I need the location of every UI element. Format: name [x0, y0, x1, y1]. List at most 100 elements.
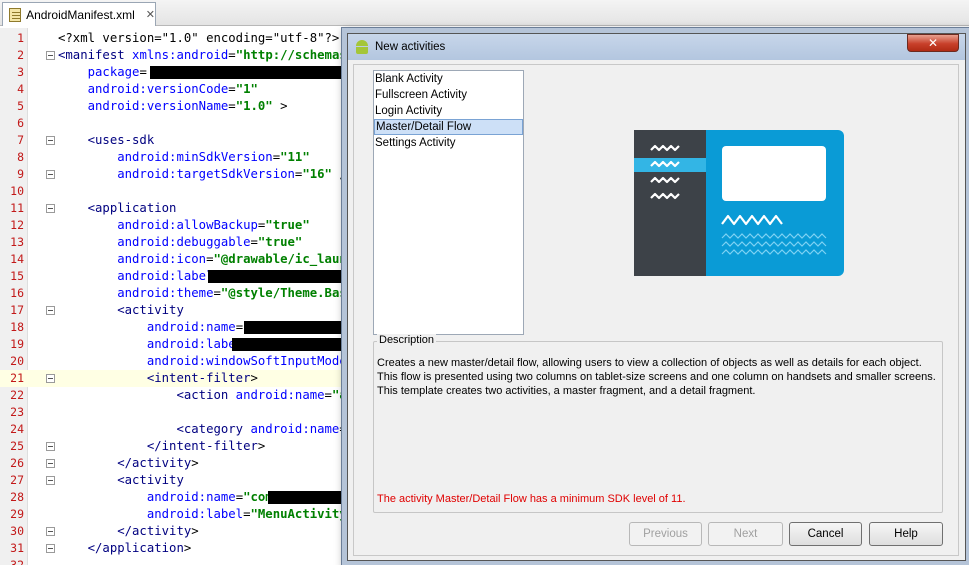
line-number: 10: [10, 184, 24, 198]
code-token: "MenuActivity": [250, 507, 355, 521]
code-text: android:debuggable="true": [58, 234, 302, 251]
code-text: android:targetSdkVersion="16" />: [58, 166, 354, 183]
line-number: 28: [10, 490, 24, 504]
code-token: <uses-sdk: [58, 133, 155, 147]
code-token: >: [191, 524, 199, 538]
code-token: android:allowBackup: [58, 218, 258, 232]
fold-toggle-icon[interactable]: [46, 544, 55, 553]
activity-list-item[interactable]: Fullscreen Activity: [374, 87, 523, 103]
code-text: android:allowBackup="true": [58, 217, 310, 234]
redacted-value: [208, 270, 353, 283]
code-token: =: [228, 99, 236, 113]
line-number: 31: [10, 541, 24, 555]
redacted-value: [268, 491, 350, 504]
code-token: </activity: [58, 456, 192, 470]
code-token: android:label: [58, 269, 214, 283]
fold-toggle-icon[interactable]: [46, 459, 55, 468]
tab-label: AndroidManifest.xml: [26, 7, 135, 22]
line-number: 26: [10, 456, 24, 470]
code-token: "@drawable/ic_launch: [213, 252, 362, 266]
dialog-close-button[interactable]: ✕: [907, 34, 959, 52]
code-text: android:name="com.: [58, 489, 280, 506]
code-token: =: [243, 507, 251, 521]
code-token: </application: [58, 541, 184, 555]
tab-android-manifest[interactable]: AndroidManifest.xml ✕: [2, 2, 156, 26]
code-token: android:targetSdkVersion: [58, 167, 295, 181]
line-number: 23: [10, 405, 24, 419]
code-text: <intent-filter>: [58, 370, 258, 387]
line-number: 3: [17, 65, 24, 79]
code-token: android:label: [58, 337, 244, 351]
line-number: 29: [10, 507, 24, 521]
code-text: </activity>: [58, 455, 199, 472]
code-token: android:label: [58, 507, 244, 521]
description-group: Description Creates a new master/detail …: [373, 334, 943, 513]
code-token: <manifest: [58, 48, 125, 62]
activity-list-item[interactable]: Master/Detail Flow: [374, 119, 523, 135]
code-text: android:icon="@drawable/ic_launch: [58, 251, 362, 268]
code-text: </intent-filter>: [58, 438, 265, 455]
code-token: >: [183, 541, 192, 555]
code-text: android:label="MenuActivity" /: [58, 506, 369, 523]
code-token: "16": [302, 167, 332, 181]
dialog-body: Blank Activity Fullscreen Activity Login A…: [353, 64, 959, 556]
redacted-value: [244, 321, 356, 334]
editor-tab-bar: AndroidManifest.xml ✕: [0, 0, 969, 26]
activity-list-item[interactable]: Login Activity: [374, 103, 523, 119]
line-number: 1: [17, 31, 24, 45]
code-text: <action android:name="andr: [58, 387, 369, 404]
code-token: </activity: [58, 524, 192, 538]
fold-toggle-icon[interactable]: [46, 476, 55, 485]
code-token: android:debuggable: [58, 235, 251, 249]
code-token: "1.0": [235, 99, 273, 113]
activity-list-item[interactable]: Blank Activity: [374, 71, 523, 87]
xml-file-icon: [9, 7, 22, 22]
code-token: =: [228, 48, 236, 62]
code-token: =: [235, 320, 244, 334]
code-token: android:name: [243, 422, 340, 436]
code-token: android:windowSoftInputMode: [58, 354, 347, 368]
previous-button[interactable]: Previous: [629, 522, 702, 546]
fold-toggle-icon[interactable]: [46, 374, 55, 383]
code-text: android:theme="@style/Theme.Base": [58, 285, 362, 302]
code-token: "11": [280, 150, 310, 164]
line-number: 12: [10, 218, 24, 232]
code-token: android:name: [228, 388, 325, 402]
next-button[interactable]: Next: [708, 522, 783, 546]
code-token: "http://schemas.a: [235, 48, 362, 62]
code-token: <intent-filter: [58, 371, 251, 385]
code-token: >: [191, 456, 199, 470]
close-tab-icon[interactable]: ✕: [146, 8, 155, 21]
code-token: android:versionCode: [58, 82, 229, 96]
code-token: <action: [58, 388, 229, 402]
line-number: 18: [10, 320, 24, 334]
code-token: <activity: [58, 473, 184, 487]
line-number: 4: [17, 82, 24, 96]
activity-template-list[interactable]: Blank Activity Fullscreen Activity Login A…: [373, 70, 524, 335]
fold-toggle-icon[interactable]: [46, 204, 55, 213]
dialog-titlebar[interactable]: New activities ✕: [348, 34, 965, 60]
code-text: </application>: [58, 540, 192, 557]
code-token: >: [272, 99, 288, 113]
fold-toggle-icon[interactable]: [46, 527, 55, 536]
line-number: 8: [17, 150, 24, 164]
activity-list-item[interactable]: Settings Activity: [374, 135, 523, 151]
code-token: android:versionName: [58, 99, 229, 113]
android-icon: [355, 40, 369, 54]
code-text: <activity: [58, 302, 184, 319]
code-token: android:minSdkVersion: [58, 150, 273, 164]
min-sdk-warning: The activity Master/Detail Flow has a mi…: [377, 493, 686, 505]
code-token: >: [250, 371, 258, 385]
fold-toggle-icon[interactable]: [46, 170, 55, 179]
line-number: 25: [10, 439, 24, 453]
preview-selected-item: [634, 158, 706, 172]
help-button[interactable]: Help: [869, 522, 943, 546]
fold-toggle-icon[interactable]: [46, 136, 55, 145]
cancel-button[interactable]: Cancel: [789, 522, 862, 546]
code-token: "@style/Theme.Base": [220, 286, 362, 300]
fold-toggle-icon[interactable]: [46, 306, 55, 315]
line-number: 15: [10, 269, 24, 283]
fold-toggle-icon[interactable]: [46, 51, 55, 60]
code-token: </intent-filter: [58, 439, 258, 453]
fold-toggle-icon[interactable]: [46, 442, 55, 451]
